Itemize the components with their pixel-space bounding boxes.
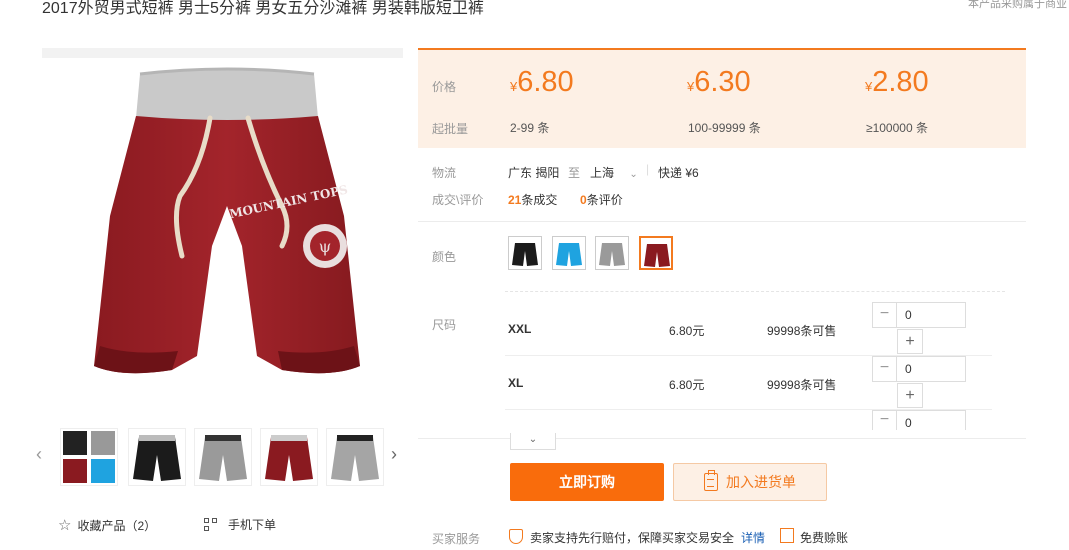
swatch-image bbox=[644, 244, 670, 267]
quantity-input[interactable]: 0 bbox=[897, 411, 965, 430]
swatch-image bbox=[512, 243, 538, 266]
thumbnail-strip: ‹ › bbox=[36, 426, 408, 488]
color-swatch-blue[interactable] bbox=[552, 236, 586, 270]
divider bbox=[418, 221, 1026, 222]
destination-select[interactable]: 上海 ⌄ bbox=[590, 164, 638, 181]
thumbnail-grey-image bbox=[199, 435, 247, 481]
shorts-illustration: MOUNTAIN TOPS ψ bbox=[94, 67, 360, 374]
size-price: 6.80元 bbox=[669, 324, 705, 338]
thumbnail-red-image bbox=[265, 435, 313, 481]
chevron-down-icon: ⌄ bbox=[629, 169, 638, 180]
procurement-note: 本产品采购属于商业 bbox=[968, 0, 1067, 10]
deals-count: 21 bbox=[508, 193, 522, 207]
deals-text: 条成交 bbox=[521, 193, 558, 207]
deals-info[interactable]: 21条成交 bbox=[508, 191, 557, 208]
swatch-image bbox=[556, 243, 582, 266]
price-value: 2.80 bbox=[872, 66, 929, 98]
deals-label: 成交\评价 bbox=[432, 193, 484, 207]
qty-label: 起批量 bbox=[432, 122, 469, 136]
size-stock: 99998条可售 bbox=[767, 378, 837, 392]
minus-icon[interactable]: − bbox=[873, 411, 897, 430]
logistics-label: 物流 bbox=[432, 166, 457, 180]
minus-icon[interactable]: − bbox=[873, 357, 897, 381]
favorite-button[interactable]: ☆ 收藏产品（2） bbox=[58, 516, 156, 534]
quantity-input[interactable]: 0 bbox=[897, 303, 965, 327]
thumbnail-multi-image bbox=[63, 431, 115, 483]
color-swatch-black[interactable] bbox=[508, 236, 542, 270]
svg-text:ψ: ψ bbox=[319, 237, 332, 256]
free-bill-text[interactable]: 免费赊账 bbox=[800, 529, 848, 546]
thumbnail-item[interactable] bbox=[260, 428, 318, 486]
price-tier-3: ¥2.80 bbox=[865, 66, 929, 99]
star-icon: ☆ bbox=[58, 517, 72, 534]
quantity-stepper[interactable]: − 0 bbox=[872, 302, 966, 328]
plus-icon[interactable]: + bbox=[897, 383, 923, 408]
size-price: 6.80元 bbox=[669, 378, 705, 392]
qr-code-icon bbox=[204, 517, 218, 532]
express-fee: 快递 ¥6 bbox=[658, 166, 699, 180]
to-word: 至 bbox=[568, 166, 581, 180]
color-swatch-red[interactable] bbox=[639, 236, 673, 270]
size-label: 尺码 bbox=[432, 318, 457, 332]
thumbnail-item[interactable] bbox=[326, 428, 384, 486]
color-label: 颜色 bbox=[432, 250, 457, 264]
color-swatch-grey[interactable] bbox=[595, 236, 629, 270]
quantity-stepper[interactable]: − 0 bbox=[872, 356, 966, 382]
price-value: 6.80 bbox=[517, 66, 574, 98]
price-value: 6.30 bbox=[694, 66, 751, 98]
add-to-cart-button[interactable]: 加入进货单 bbox=[673, 463, 827, 501]
price-label: 价格 bbox=[432, 80, 457, 94]
favorite-label: 收藏产品（2） bbox=[77, 518, 157, 533]
reviews-count: 0 bbox=[580, 193, 587, 207]
mobile-order-label: 手机下单 bbox=[228, 518, 277, 532]
bill-icon bbox=[780, 528, 794, 543]
guarantee-text: 卖家支持先行赔付，保障买家交易安全 bbox=[530, 531, 735, 545]
mobile-order-button[interactable]: 手机下单 bbox=[204, 516, 276, 533]
minus-icon[interactable]: − bbox=[873, 303, 897, 327]
ship-from: 广东 揭阳 bbox=[508, 166, 560, 180]
qty-tier-1: 2-99 条 bbox=[510, 121, 550, 135]
price-tier-2: ¥6.30 bbox=[687, 66, 751, 99]
size-stock: 99998条可售 bbox=[767, 324, 837, 338]
price-panel: 价格 起批量 ¥6.80 ¥6.30 ¥2.80 2-99 条 100-9999… bbox=[418, 48, 1026, 148]
qty-tier-2: 100-99999 条 bbox=[688, 121, 761, 135]
swatch-image bbox=[599, 243, 625, 266]
chevron-left-icon[interactable]: ‹ bbox=[36, 444, 48, 464]
qty-tier-3: ≥100000 条 bbox=[866, 121, 928, 135]
reviews-info[interactable]: 0条评价 bbox=[580, 191, 623, 208]
thumbnail-item[interactable] bbox=[194, 428, 252, 486]
size-name: XL bbox=[508, 376, 524, 390]
thumbnail-item[interactable] bbox=[128, 428, 186, 486]
clipboard-icon bbox=[704, 470, 718, 491]
services-label: 买家服务 bbox=[432, 532, 481, 546]
shield-icon bbox=[509, 529, 523, 544]
add-to-cart-label: 加入进货单 bbox=[726, 474, 796, 490]
details-link[interactable]: 详情 bbox=[741, 529, 765, 546]
thumbnail-black-image bbox=[133, 435, 181, 481]
price-tier-1: ¥6.80 bbox=[510, 66, 574, 99]
divider: | bbox=[646, 162, 650, 176]
chevron-right-icon[interactable]: › bbox=[391, 444, 403, 464]
plus-icon[interactable]: + bbox=[897, 329, 923, 354]
buy-now-button[interactable]: 立即订购 bbox=[510, 463, 664, 501]
chevron-down-icon: ⌄ bbox=[528, 434, 538, 445]
product-title: 2017外贸男式短裤 男士5分裤 男女五分沙滩裤 男装韩版短卫裤 bbox=[42, 0, 484, 17]
reviews-text: 条评价 bbox=[586, 193, 623, 207]
expand-sizes-button[interactable]: ⌄ bbox=[510, 433, 556, 450]
quantity-stepper[interactable]: − 0 bbox=[872, 410, 966, 430]
thumbnail-grey2-image bbox=[331, 435, 379, 481]
main-product-image[interactable]: MOUNTAIN TOPS ψ bbox=[42, 48, 403, 410]
quantity-input[interactable]: 0 bbox=[897, 357, 965, 381]
divider bbox=[505, 291, 1005, 292]
destination-value: 上海 bbox=[590, 166, 615, 180]
thumbnail-item[interactable] bbox=[60, 428, 118, 486]
size-name: XXL bbox=[508, 322, 532, 336]
